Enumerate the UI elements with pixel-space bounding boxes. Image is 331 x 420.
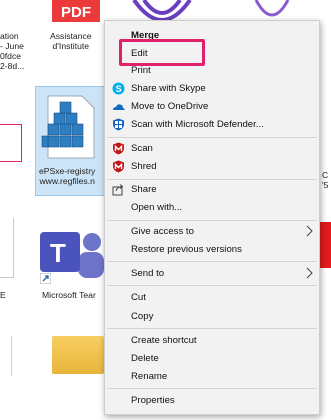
pdf-file-icon[interactable]: PDF (48, 0, 104, 24)
menu-separator (107, 261, 317, 262)
pdf-badge: PDF (61, 4, 91, 21)
registry-file-icon (41, 95, 95, 159)
file-label-text: E (0, 290, 6, 300)
document-file-icon[interactable] (0, 218, 14, 278)
media-app-icon-right (254, 0, 290, 17)
share-icon (112, 184, 124, 196)
menu-item-label: Open with... (131, 202, 183, 213)
menu-item-label: Print (131, 65, 151, 76)
menu-separator (107, 285, 317, 286)
menu-item-share[interactable]: Share (105, 180, 319, 199)
context-menu: Merge Edit Print S Share with Skype Move… (104, 20, 320, 415)
menu-item-open-with[interactable]: Open with... (105, 198, 319, 217)
menu-item-label: Scan (131, 143, 153, 154)
file-label-text: ePSxe-registry www.regfiles.n (39, 166, 96, 186)
menu-item-properties[interactable]: Properties (105, 391, 319, 410)
menu-item-share-with-skype[interactable]: S Share with Skype (105, 79, 319, 98)
menu-item-delete[interactable]: Delete (105, 349, 319, 368)
file-label-partial-right[interactable]: C '5 (322, 170, 328, 190)
file-label-text: C '5 (322, 170, 329, 190)
onedrive-icon (113, 104, 125, 110)
menu-item-label: Shred (131, 161, 157, 172)
folder-icon[interactable] (52, 336, 104, 374)
mcafee-icon (113, 142, 124, 155)
menu-item-label: Rename (131, 371, 168, 382)
menu-item-send-to[interactable]: Send to (105, 264, 319, 283)
svg-text:T: T (50, 238, 66, 268)
menu-item-scan-defender[interactable]: Scan with Microsoft Defender... (105, 115, 319, 134)
defender-shield-icon (113, 118, 124, 131)
file-label-epsxe[interactable]: ePSxe-registry www.regfiles.n (39, 166, 95, 186)
menu-item-create-shortcut[interactable]: Create shortcut (105, 331, 319, 350)
file-label-text: ation - June 0fdce 2-8d... (0, 31, 25, 71)
skype-icon: S (112, 82, 125, 95)
menu-item-label: Copy (131, 311, 154, 322)
file-icon-bottom-left[interactable] (0, 336, 12, 376)
menu-separator (107, 137, 317, 138)
menu-item-move-to-onedrive[interactable]: Move to OneDrive (105, 97, 319, 116)
menu-item-label: Properties (131, 395, 175, 406)
chevron-right-icon (306, 225, 313, 237)
menu-item-label: Scan with Microsoft Defender... (131, 119, 264, 130)
menu-item-cut[interactable]: Cut (105, 288, 319, 307)
menu-separator (107, 328, 317, 329)
menu-item-label: Delete (131, 353, 159, 364)
edit-highlight-box (119, 39, 205, 66)
menu-item-rename[interactable]: Rename (105, 367, 319, 386)
menu-item-label: Restore previous versions (131, 244, 242, 255)
menu-item-label: Cut (131, 292, 146, 303)
menu-item-label: Share (131, 184, 157, 195)
red-app-icon[interactable] (320, 222, 331, 268)
menu-item-give-access-to[interactable]: Give access to (105, 222, 319, 241)
menu-item-label: Send to (131, 268, 165, 279)
menu-item-label: Create shortcut (131, 335, 197, 346)
menu-item-label: Give access to (131, 226, 194, 237)
file-label-text: Assistance d'Institute (50, 31, 92, 51)
chevron-right-icon (306, 267, 313, 279)
file-label-assistance[interactable]: Assistance d'Institute (50, 31, 92, 51)
file-label-partial-left[interactable]: ation - June 0fdce 2-8d... (0, 31, 24, 71)
shortcut-arrow-icon (40, 273, 51, 284)
menu-separator (107, 388, 317, 389)
menu-item-label: Share with Skype (131, 83, 206, 94)
menu-item-restore-previous-versions[interactable]: Restore previous versions (105, 240, 319, 259)
mcafee-shred-icon (113, 160, 124, 173)
media-app-icon (132, 0, 192, 22)
menu-item-scan[interactable]: Scan (105, 139, 319, 158)
file-label-microsoft-teams[interactable]: Microsoft Tear (42, 290, 96, 300)
menu-item-shred[interactable]: Shred (105, 157, 319, 176)
menu-separator (107, 220, 317, 221)
menu-item-copy[interactable]: Copy (105, 307, 319, 326)
file-label-partial-e[interactable]: E (0, 290, 6, 300)
menu-item-label: Move to OneDrive (131, 101, 209, 112)
file-label-text: Microsoft Tear (42, 290, 96, 300)
image-thumbnail[interactable] (0, 124, 22, 162)
svg-text:S: S (116, 84, 122, 94)
